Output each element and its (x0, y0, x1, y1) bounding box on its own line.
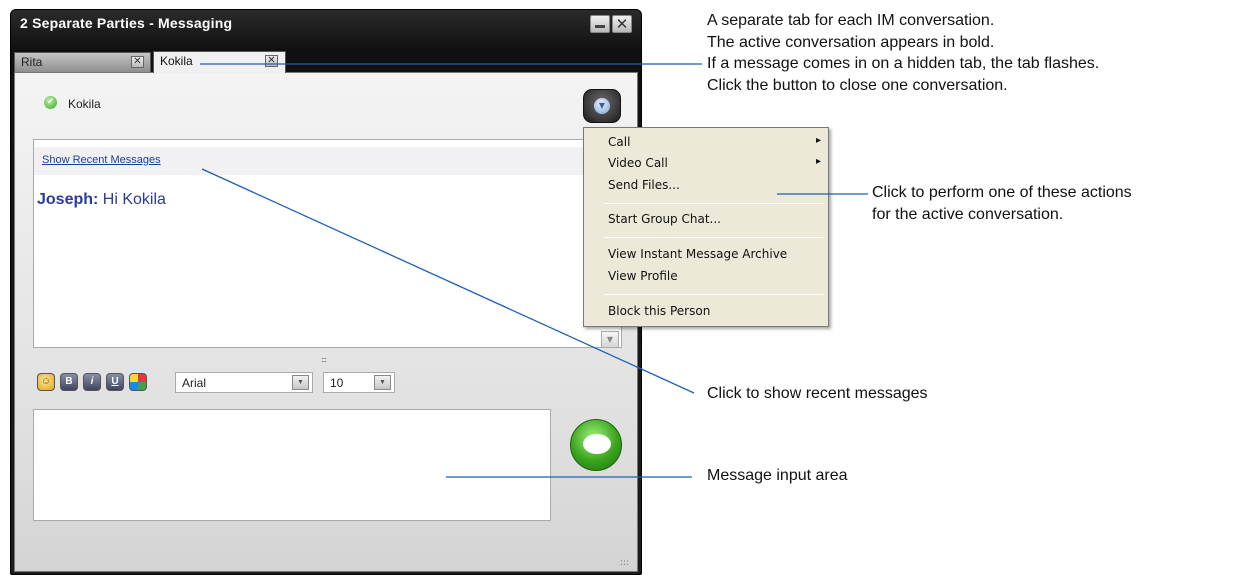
annotation-line: Click to perform one of these actions (872, 184, 1132, 201)
annotation-line: for the active conversation. (872, 205, 1064, 223)
annotation-actions: Click to perform one of these actions fo… (872, 182, 1132, 225)
annotation-line: A separate tab for each IM conversation. (707, 12, 995, 29)
annotation-recent: Click to show recent messages (707, 385, 928, 402)
annotation-line: The active conversation appears in bold. (707, 33, 995, 51)
annotation-line: Click the button to close one conversati… (707, 76, 1008, 94)
annotation-input: Message input area (707, 467, 848, 484)
annotation-line: If a message comes in on a hidden tab, t… (707, 55, 1100, 73)
annotation-tabs: A separate tab for each IM conversation.… (707, 10, 1099, 96)
callout-line-recent (201, 168, 695, 394)
